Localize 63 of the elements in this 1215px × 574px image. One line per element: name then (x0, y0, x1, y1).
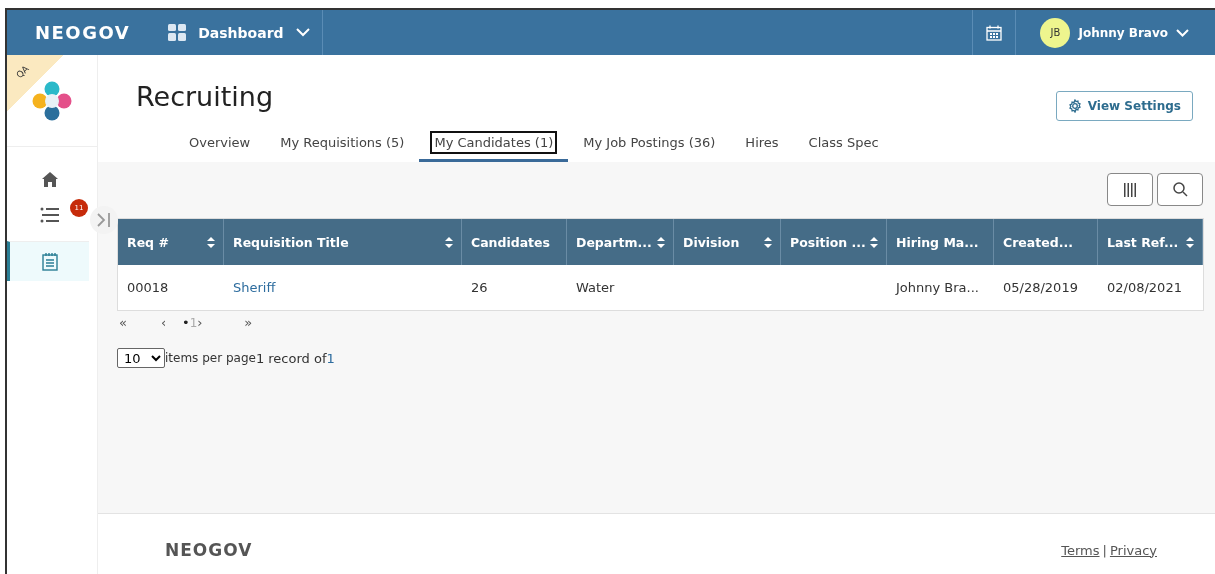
record-count: 1 record of (255, 350, 327, 366)
column-header[interactable]: Last Ref... (1098, 219, 1203, 265)
column-header[interactable]: Req # (118, 219, 224, 265)
column-header[interactable]: Requisition Title (224, 219, 462, 265)
last-page-button[interactable]: » (244, 315, 265, 330)
column-header[interactable]: Division (674, 219, 781, 265)
sidebar-item[interactable] (7, 241, 89, 281)
sort-icon (657, 236, 665, 248)
gear-icon (1067, 99, 1082, 113)
columns-button[interactable] (1107, 173, 1153, 206)
tab[interactable]: Overview (174, 131, 266, 162)
collapse-button[interactable] (90, 206, 118, 234)
sort-icon (870, 236, 878, 248)
chevron-down-icon (295, 28, 310, 37)
collapse-icon (97, 212, 111, 228)
user-menu[interactable]: JB Johnny Bravo (1016, 10, 1215, 55)
page-size-select[interactable]: 10 (117, 348, 165, 368)
columns-icon (1124, 182, 1136, 197)
sort-icon (445, 236, 453, 248)
tab[interactable]: Hires (730, 131, 794, 162)
previous-page-button[interactable]: ‹ (161, 315, 182, 330)
chevron-down-icon (1176, 28, 1189, 37)
page-size-label: items per page (165, 351, 256, 365)
table-cell: Water (576, 280, 615, 295)
terms-link[interactable]: Terms (1061, 542, 1100, 558)
table-cell: 05/28/2019 (1003, 280, 1078, 295)
notepad-icon (41, 252, 58, 271)
tab[interactable]: My Requisitions (5) (265, 131, 420, 162)
sort-icon (1186, 236, 1194, 248)
page-dot: • (182, 315, 190, 330)
next-page-button[interactable]: › (197, 315, 245, 330)
brand-logo[interactable]: NEOGOV (7, 22, 159, 43)
list-icon (39, 206, 60, 224)
record-total: 1 (326, 350, 335, 366)
table-cell: 26 (471, 280, 488, 295)
grid-icon (168, 24, 187, 41)
link-separator: | (1102, 542, 1107, 558)
user-avatar: JB (1040, 17, 1071, 48)
privacy-link[interactable]: Privacy (1109, 542, 1157, 558)
column-header[interactable]: Candidates (462, 219, 567, 265)
sort-icon (207, 236, 215, 248)
calendar-icon (986, 24, 1003, 41)
sort-icon (764, 236, 772, 248)
column-header[interactable]: Hiring Ma... (887, 219, 994, 265)
search-icon (1172, 182, 1188, 197)
footer-logo: NEOGOV (165, 540, 253, 560)
first-page-button[interactable]: « (117, 315, 161, 330)
table-cell: 02/08/2021 (1107, 280, 1182, 295)
column-header[interactable]: Position ... (781, 219, 887, 265)
column-header[interactable]: Departm... (567, 219, 674, 265)
tab[interactable]: My Job Postings (36) (568, 131, 731, 162)
page-title: Recruiting (136, 81, 274, 112)
tab[interactable]: My Candidates (1) (419, 131, 569, 162)
requisition-link[interactable]: Sheriff (233, 280, 276, 295)
search-button[interactable] (1157, 173, 1203, 206)
column-header[interactable]: Created... (994, 219, 1098, 265)
tab[interactable]: Class Spec (793, 131, 894, 162)
environment-label: QA (14, 63, 31, 81)
table-cell: Johnny Bra... (896, 280, 979, 295)
app-logo (32, 80, 72, 121)
view-settings-button[interactable]: View Settings (1055, 91, 1193, 121)
home-icon (41, 171, 58, 187)
table-cell: 00018 (127, 280, 169, 295)
